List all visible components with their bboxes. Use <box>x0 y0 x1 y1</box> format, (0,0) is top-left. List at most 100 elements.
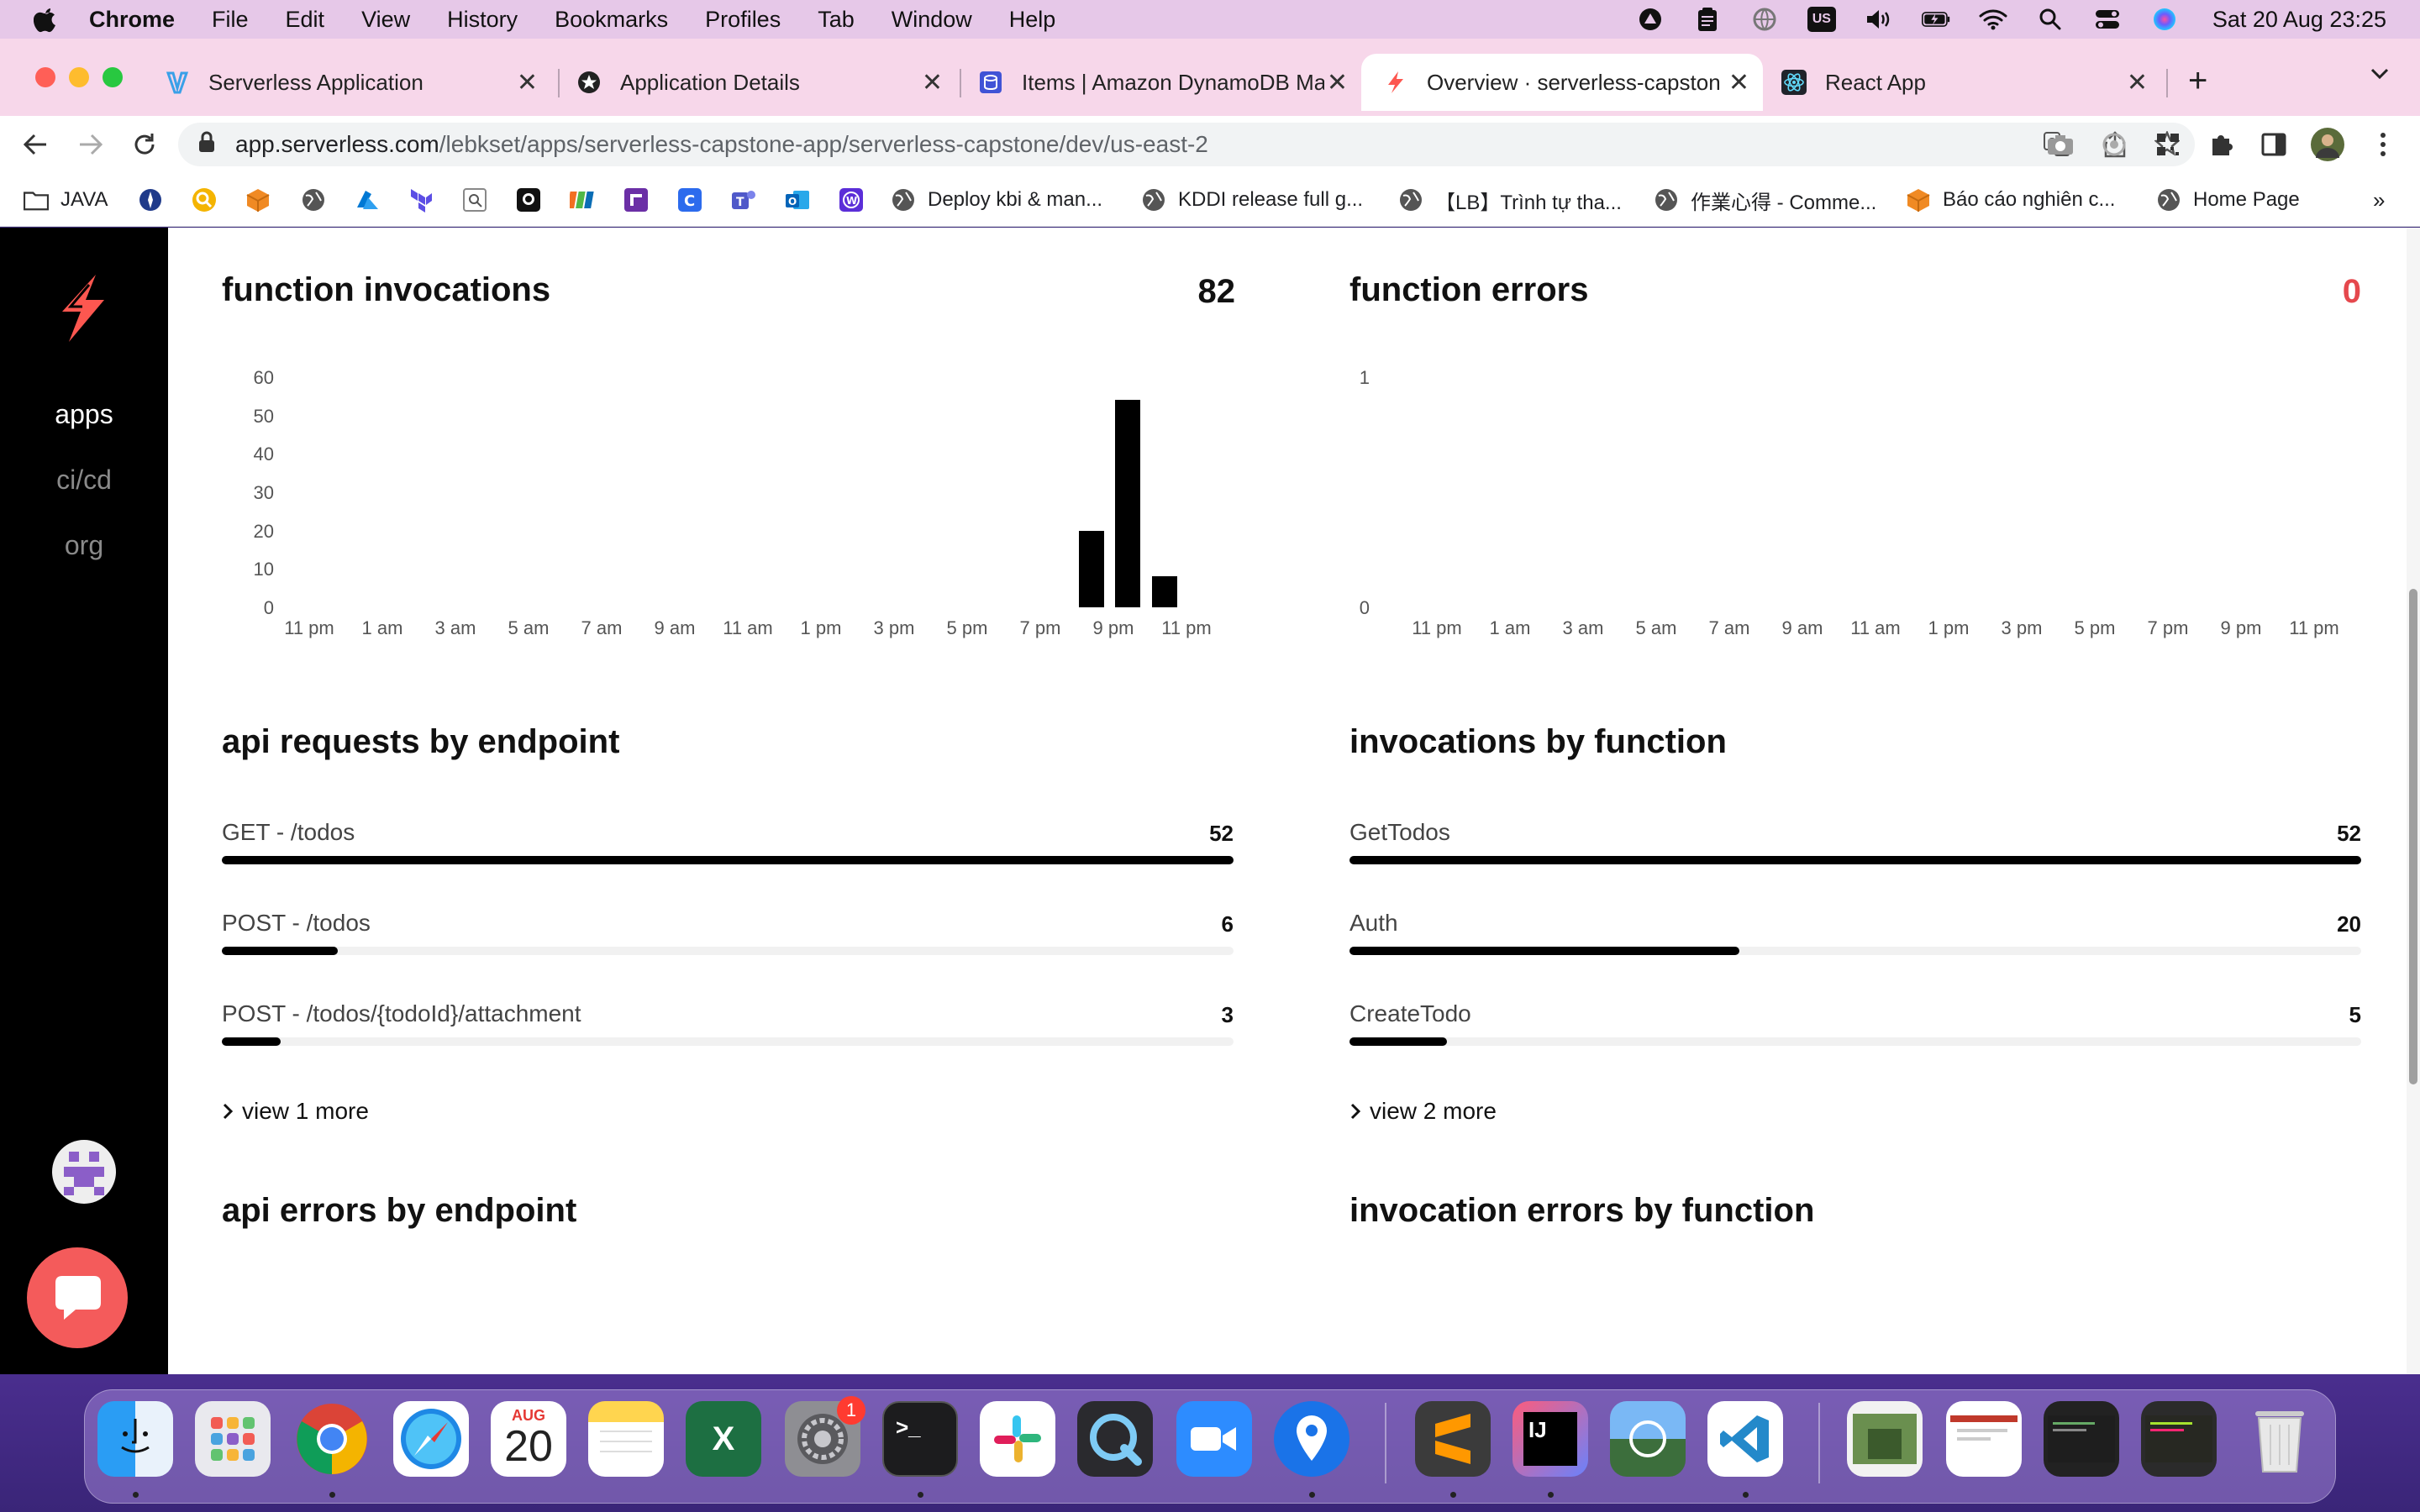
tab-close-icon[interactable]: ✕ <box>1327 68 1348 97</box>
finder-icon[interactable] <box>97 1401 173 1477</box>
siri-icon[interactable] <box>2150 7 2179 32</box>
window-minimize-button[interactable] <box>69 67 89 87</box>
bookmark-bao-cao[interactable]: Báo cáo nghiên c... <box>1906 185 2115 215</box>
bookmark-terraform-icon[interactable] <box>408 185 434 215</box>
launchpad-icon[interactable] <box>195 1401 271 1477</box>
control-center-icon[interactable] <box>2093 7 2122 32</box>
bookmark-deploy-kbi[interactable]: Deploy kbi & man... <box>891 185 1102 215</box>
terminal-icon[interactable]: >_ <box>882 1401 958 1477</box>
recent-document-thumbnail[interactable] <box>1847 1401 1923 1477</box>
tab-react-app[interactable]: React App ✕ <box>1781 54 2161 111</box>
trash-icon[interactable] <box>2242 1401 2317 1477</box>
side-panel-icon[interactable] <box>2257 128 2291 161</box>
serverless-logo-icon[interactable] <box>54 273 113 348</box>
bookmark-compass-icon[interactable] <box>138 185 163 215</box>
screen-record-extension-icon[interactable] <box>2097 128 2131 161</box>
scrollbar-thumb[interactable] <box>2409 589 2417 1084</box>
menu-file[interactable]: File <box>212 7 249 33</box>
menu-bookmarks[interactable]: Bookmarks <box>555 7 668 33</box>
menu-app-name[interactable]: Chrome <box>89 7 175 33</box>
bookmark-teams-icon[interactable]: T <box>731 185 756 215</box>
new-tab-plus-icon[interactable]: + <box>2188 62 2207 100</box>
bookmark-kddi-release[interactable]: KDDI release full g... <box>1141 185 1363 215</box>
preview-icon[interactable] <box>1610 1401 1686 1477</box>
tab-close-icon[interactable]: ✕ <box>922 68 943 97</box>
bookmark-w-app-icon[interactable]: W <box>839 185 864 215</box>
sublime-icon[interactable] <box>1415 1401 1491 1477</box>
chrome-icon[interactable] <box>294 1401 370 1477</box>
tab-search-chevron-icon[interactable] <box>2370 67 2390 85</box>
bookmark-azure-icon[interactable] <box>355 185 380 215</box>
slack-icon[interactable] <box>980 1401 1055 1477</box>
menu-tab[interactable]: Tab <box>818 7 855 33</box>
vpn-globe-icon[interactable] <box>1750 7 1779 32</box>
bookmark-purple-app-icon[interactable] <box>623 185 649 215</box>
recent-screenshot-thumbnail[interactable] <box>1946 1401 2022 1477</box>
input-source-icon[interactable]: US <box>1807 7 1836 32</box>
org-avatar[interactable] <box>50 1138 118 1210</box>
bookmark-folder-java[interactable]: JAVA <box>24 185 108 215</box>
menu-view[interactable]: View <box>361 7 410 33</box>
bookmark-outlook-icon[interactable]: O <box>785 185 810 215</box>
address-bar[interactable]: app.serverless.com/lebkset/apps/serverle… <box>178 123 2195 166</box>
clipboard-icon[interactable] <box>1693 7 1722 32</box>
bookmark-sagyou-shintoku[interactable]: 作業心得 - Comme... <box>1654 185 1876 215</box>
window-close-button[interactable] <box>35 67 55 87</box>
menubar-clock[interactable]: Sat 20 Aug 23:25 <box>2212 7 2386 33</box>
menu-help[interactable]: Help <box>1009 7 1056 33</box>
safari-icon[interactable] <box>393 1401 469 1477</box>
maps-pin-icon[interactable] <box>1274 1401 1349 1477</box>
menu-history[interactable]: History <box>447 7 518 33</box>
tab-serverless-application[interactable]: Serverless Application ✕ <box>165 54 551 111</box>
lock-icon[interactable] <box>198 131 215 159</box>
bookmark-lb-trinh-tu[interactable]: 【LB】Trình tự tha... <box>1398 185 1622 215</box>
tab-application-details[interactable]: Application Details ✕ <box>576 54 956 111</box>
camera-extension-icon[interactable] <box>2044 128 2077 161</box>
apple-icon[interactable] <box>34 6 57 33</box>
bookmark-c-icon[interactable]: C <box>677 185 702 215</box>
recent-editor-thumbnail[interactable] <box>2141 1401 2217 1477</box>
sidebar-item-apps[interactable]: apps <box>0 399 168 430</box>
excel-icon[interactable]: X <box>686 1401 761 1477</box>
calendar-icon[interactable]: AUG 20 <box>491 1401 566 1477</box>
tab-overview-active[interactable]: Overview · serverless-capstone ✕ <box>1361 54 1763 111</box>
bookmark-github-icon[interactable] <box>516 185 541 215</box>
bookmark-search-box-icon[interactable] <box>462 185 487 215</box>
bookmark-home-page[interactable]: Home Page <box>2156 185 2300 215</box>
bookmark-aws-cube-icon[interactable] <box>245 185 271 215</box>
zoom-icon[interactable] <box>1176 1401 1252 1477</box>
notes-icon[interactable] <box>588 1401 664 1477</box>
tab-dynamodb-items[interactable]: Items | Amazon DynamoDB Ma ✕ <box>978 54 1361 111</box>
api-requests-view-more[interactable]: view 1 more <box>222 1098 369 1125</box>
forward-arrow-icon[interactable] <box>74 128 108 161</box>
extensions-puzzle-icon[interactable] <box>2205 128 2238 161</box>
wifi-icon[interactable] <box>1979 7 2007 32</box>
back-arrow-icon[interactable] <box>18 128 52 161</box>
recent-terminal-thumbnail[interactable] <box>2044 1401 2119 1477</box>
intellij-icon[interactable]: IJ <box>1512 1401 1588 1477</box>
bookmark-globe-icon[interactable] <box>301 185 326 215</box>
menu-window[interactable]: Window <box>892 7 972 33</box>
profile-avatar[interactable] <box>2311 128 2344 161</box>
vscode-icon[interactable] <box>1707 1401 1783 1477</box>
bookmark-search-yellow-icon[interactable] <box>192 185 217 215</box>
menu-profiles[interactable]: Profiles <box>705 7 781 33</box>
page-scrollbar[interactable] <box>2407 228 2420 1374</box>
tab-close-icon[interactable]: ✕ <box>2127 68 2148 97</box>
volume-icon[interactable] <box>1865 7 1893 32</box>
tab-close-icon[interactable]: ✕ <box>1728 68 1749 97</box>
chat-support-icon[interactable] <box>27 1247 128 1352</box>
spotlight-search-icon[interactable] <box>2036 7 2065 32</box>
tab-close-icon[interactable]: ✕ <box>517 68 538 97</box>
sidebar-item-cicd[interactable]: ci/cd <box>0 465 168 496</box>
invocations-by-function-view-more[interactable]: view 2 more <box>1349 1098 1497 1125</box>
qr-code-extension-icon[interactable] <box>2151 128 2185 161</box>
menu-edit[interactable]: Edit <box>286 7 325 33</box>
bookmark-fpt-icon[interactable] <box>570 185 595 215</box>
window-zoom-button[interactable] <box>103 67 123 87</box>
quicktime-icon[interactable] <box>1077 1401 1153 1477</box>
reload-icon[interactable] <box>128 128 161 161</box>
bookmarks-overflow-chevron-icon[interactable]: » <box>2373 185 2385 215</box>
chrome-menu-kebab-icon[interactable] <box>2366 128 2400 161</box>
battery-icon[interactable] <box>1921 7 1950 32</box>
